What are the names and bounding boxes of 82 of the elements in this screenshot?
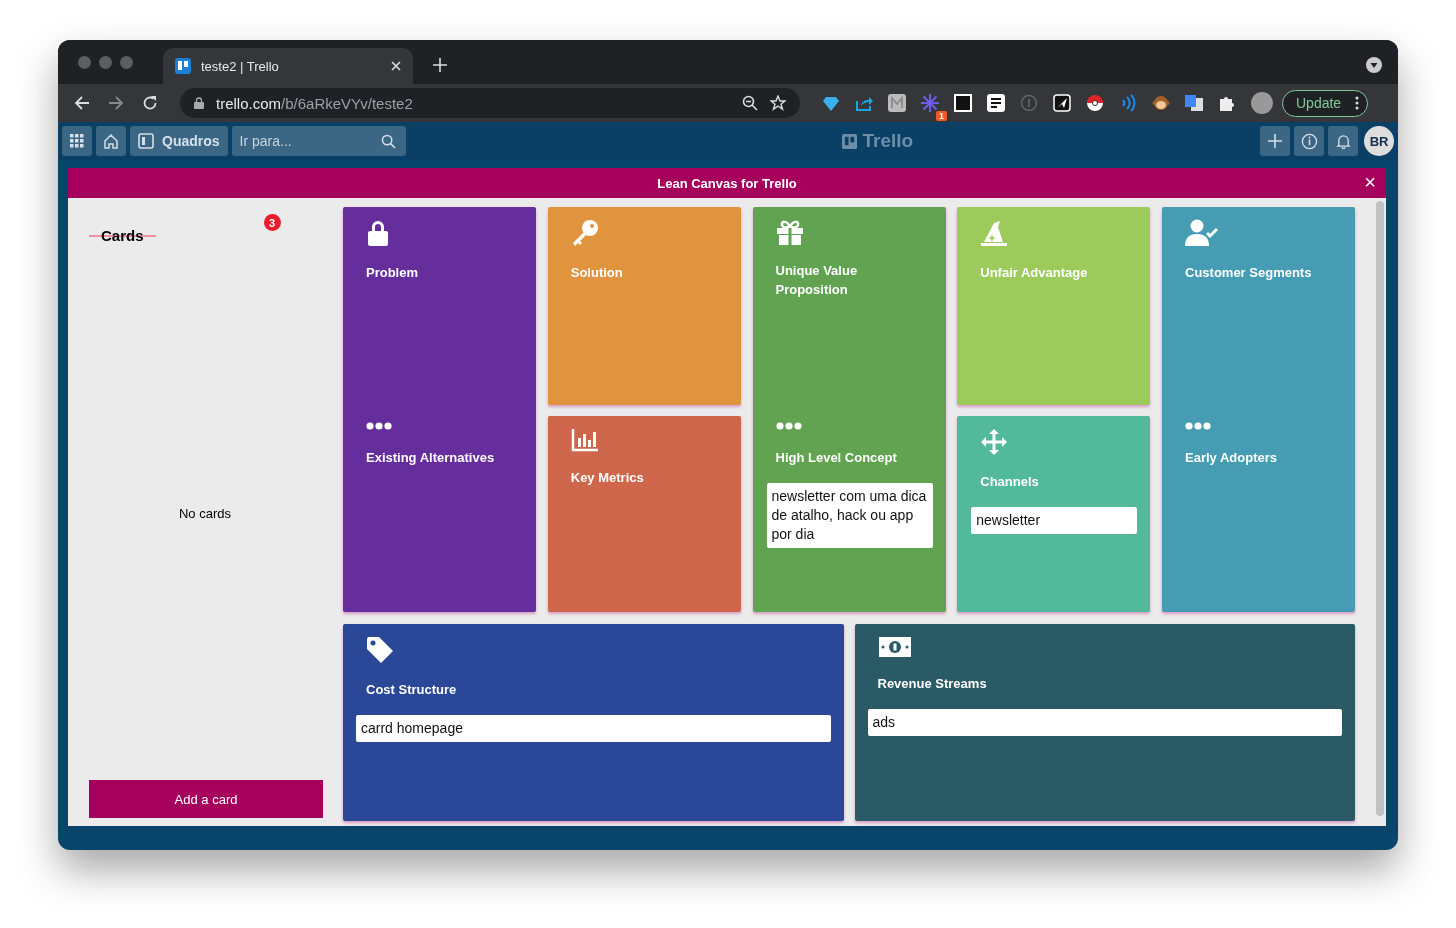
notifications-button[interactable]	[1328, 126, 1358, 156]
dropdown-icon[interactable]	[1366, 57, 1382, 73]
bell-icon	[1335, 133, 1351, 149]
plus-icon[interactable]	[433, 58, 447, 72]
share-icon[interactable]	[855, 94, 873, 112]
add-button[interactable]	[1260, 126, 1290, 156]
tab-title: teste2 | Trello	[201, 58, 280, 74]
empty-message: No cards	[179, 505, 231, 523]
bar-chart-icon	[570, 428, 599, 452]
section-title: High Level Concept	[775, 449, 897, 467]
section-title: Channels	[980, 473, 1039, 491]
window-control[interactable]	[120, 55, 133, 69]
sparkle-icon[interactable]	[921, 94, 939, 112]
translate-icon[interactable]	[1185, 94, 1203, 112]
section-title: Problem	[366, 264, 418, 282]
board-icon	[175, 58, 191, 74]
reload-icon[interactable]	[142, 95, 158, 111]
gem-icon[interactable]	[822, 94, 840, 112]
info-button[interactable]	[1294, 126, 1324, 156]
section-title: Unique Value Proposition	[775, 262, 859, 299]
section-title: Revenue Streams	[877, 675, 987, 693]
lock-icon	[194, 97, 204, 109]
window-control[interactable]	[78, 55, 91, 69]
monkey-icon[interactable]	[1152, 94, 1170, 112]
close-icon[interactable]	[391, 61, 401, 71]
ball-icon[interactable]	[1086, 94, 1104, 112]
dialog-title: Lean Canvas for Trello	[657, 175, 797, 191]
more-icon[interactable]	[1355, 96, 1360, 110]
square-icon[interactable]	[954, 94, 972, 112]
section-title: Cost Structure	[366, 681, 457, 699]
address-bar[interactable]: trello.com/b/6aRkeVYv/teste2	[180, 88, 800, 118]
info-icon	[1300, 132, 1318, 150]
banknote-icon	[877, 636, 912, 658]
boards-button[interactable]: Quadros	[130, 126, 228, 156]
star-icon[interactable]	[770, 95, 786, 111]
home-icon	[103, 133, 119, 149]
update-button[interactable]: Update	[1282, 89, 1369, 117]
scrollbar-thumb[interactable]	[1376, 201, 1384, 816]
canvas-card[interactable]: newsletter	[971, 507, 1138, 534]
section-title: Unfair Advantage	[980, 264, 1088, 282]
user-avatar[interactable]: BR	[1364, 126, 1394, 156]
canvas-card[interactable]: newsletter com uma dica de atalho, hack ou app por dia	[766, 483, 933, 548]
home-button[interactable]	[96, 126, 126, 156]
puzzle-icon[interactable]	[1218, 94, 1236, 112]
panel-title: Cards	[89, 227, 156, 244]
section-title: Customer Segments	[1185, 264, 1312, 282]
section-title: Solution	[570, 264, 623, 282]
tag-icon	[366, 636, 394, 664]
section-title: Key Metrics	[570, 469, 644, 487]
window-control[interactable]	[99, 55, 112, 69]
document-icon[interactable]	[987, 94, 1005, 112]
ellipsis-icon	[775, 422, 802, 430]
search-icon	[380, 133, 396, 149]
section-title: Early Adopters	[1185, 449, 1277, 467]
notification-badge: 1	[936, 111, 947, 121]
canvas-card[interactable]: ads	[867, 709, 1342, 736]
section-title: Existing Alternatives	[366, 449, 495, 467]
padlock-icon	[366, 219, 390, 247]
url-text: trello.com/b/6aRkeVYv/teste2	[216, 94, 413, 112]
tile-icon[interactable]	[888, 94, 906, 112]
ellipsis-icon	[1185, 422, 1211, 430]
board-icon	[138, 133, 154, 149]
user-check-icon	[1185, 219, 1219, 247]
browser-tab[interactable]: teste2 | Trello	[163, 48, 413, 84]
ellipsis-icon	[366, 422, 392, 430]
canvas-card[interactable]: carrd homepage	[356, 715, 831, 742]
count-badge: 3	[263, 214, 281, 231]
add-card-button[interactable]: Add a card	[89, 780, 323, 818]
back-icon[interactable]	[74, 95, 90, 111]
board-icon	[842, 133, 858, 149]
send-icon[interactable]	[1053, 94, 1071, 112]
close-button[interactable]: ×	[1364, 172, 1376, 192]
gift-icon	[775, 219, 804, 245]
move-arrows-icon	[980, 428, 1009, 456]
key-icon	[570, 219, 599, 247]
plus-icon	[1267, 133, 1283, 149]
profile-avatar[interactable]	[1251, 92, 1273, 114]
forward-icon[interactable]	[108, 95, 124, 111]
wizard-hat-icon	[980, 219, 1009, 247]
zoom-out-icon[interactable]	[742, 95, 758, 111]
apps-button[interactable]	[62, 126, 92, 156]
grid-icon	[70, 134, 84, 148]
